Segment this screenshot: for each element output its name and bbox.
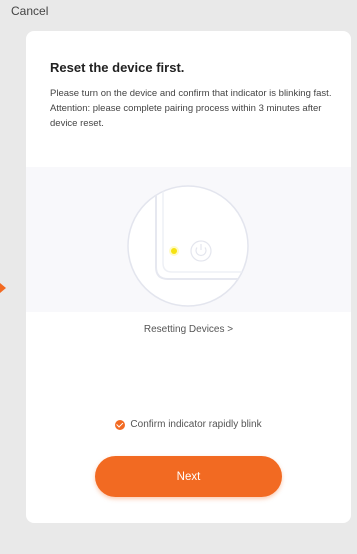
instruction-line: Please turn on the device and confirm th…	[50, 88, 332, 99]
reset-instructions-card: Reset the device first. Please turn on t…	[26, 31, 351, 523]
resetting-devices-link[interactable]: Resetting Devices >	[26, 324, 351, 335]
cancel-button[interactable]: Cancel	[11, 4, 48, 18]
indicator-light-icon	[169, 246, 179, 256]
attention-line: Attention: please complete pairing proce…	[50, 103, 322, 129]
confirm-indicator-checkbox[interactable]: Confirm indicator rapidly blink	[26, 419, 351, 430]
device-illustration-graphic	[127, 185, 249, 307]
instructions-text: Please turn on the device and confirm th…	[50, 86, 335, 131]
arrow-indicator-icon	[0, 283, 6, 293]
next-button[interactable]: Next	[95, 456, 282, 497]
page-title: Reset the device first.	[50, 60, 185, 75]
confirm-indicator-label: Confirm indicator rapidly blink	[130, 419, 262, 430]
device-illustration	[26, 167, 351, 312]
checkmark-circle-icon[interactable]	[115, 419, 126, 430]
